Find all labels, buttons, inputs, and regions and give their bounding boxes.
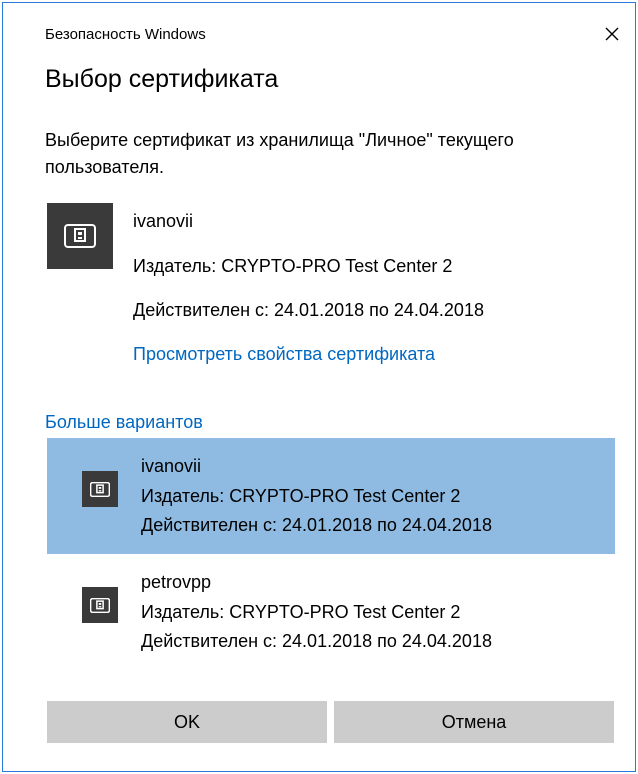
certificate-dialog: Безопасность Windows Выбор сертификата В… <box>2 2 636 772</box>
certificate-name: petrovpp <box>141 572 212 592</box>
certificate-issuer: Издатель: CRYPTO-PRO Test Center 2 <box>141 486 461 506</box>
certificate-icon <box>82 471 118 507</box>
certificate-icon <box>47 203 113 269</box>
ok-button[interactable]: OK <box>47 701 327 743</box>
close-button[interactable] <box>597 19 627 49</box>
window-title: Безопасность Windows <box>45 26 206 43</box>
close-icon <box>605 27 619 41</box>
selected-certificate-name: ivanovii <box>133 211 194 231</box>
instruction-text: Выберите сертификат из хранилища "Личное… <box>45 130 514 177</box>
dialog-heading: Выбор сертификата <box>45 65 279 93</box>
certificate-list-item[interactable]: petrovpp Издатель: CRYPTO-PRO Test Cente… <box>47 554 615 670</box>
certificate-issuer: Издатель: CRYPTO-PRO Test Center 2 <box>141 602 461 622</box>
selected-certificate-validity: Действителен с: 24.01.2018 по 24.04.2018 <box>133 300 484 320</box>
certificate-name: ivanovii <box>141 456 202 476</box>
certificate-validity: Действителен с: 24.01.2018 по 24.04.2018 <box>141 515 492 535</box>
cancel-button[interactable]: Отмена <box>334 701 614 743</box>
certificate-icon <box>82 587 118 623</box>
certificate-validity: Действителен с: 24.01.2018 по 24.04.2018 <box>141 631 492 651</box>
view-certificate-properties-link[interactable]: Просмотреть свойства сертификата <box>133 344 435 365</box>
selected-certificate-issuer: Издатель: CRYPTO-PRO Test Center 2 <box>133 256 453 276</box>
more-options-link[interactable]: Больше вариантов <box>45 412 203 433</box>
certificate-list-item[interactable]: ivanovii Издатель: CRYPTO-PRO Test Cente… <box>47 438 615 554</box>
